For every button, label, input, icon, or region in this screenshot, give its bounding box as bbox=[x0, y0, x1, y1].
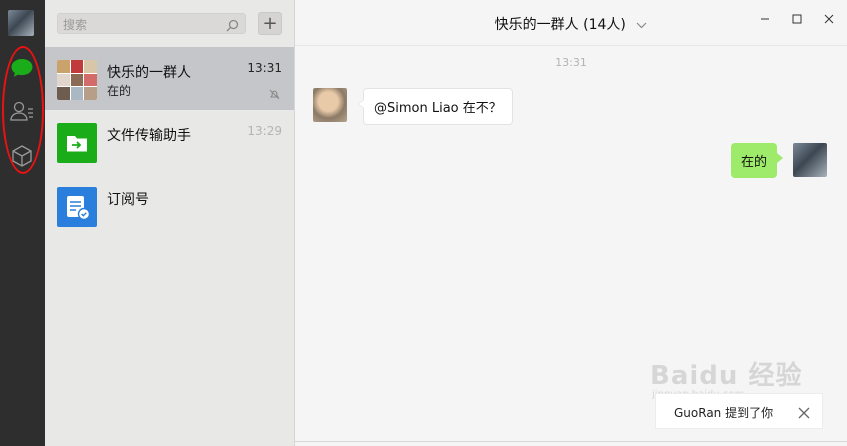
close-icon[interactable] bbox=[798, 404, 810, 423]
divider bbox=[295, 45, 847, 46]
group-avatar bbox=[57, 60, 97, 100]
conversation-item-group[interactable]: 快乐的一群人 在的 13:31 bbox=[45, 47, 294, 110]
conversation-list-panel: + 快乐的一群人 在的 13:31 文件传输助手 13:29 订阅号 bbox=[45, 0, 295, 446]
contacts-icon[interactable] bbox=[9, 98, 35, 124]
chat-icon[interactable] bbox=[9, 55, 35, 81]
input-divider bbox=[295, 441, 847, 442]
favorites-icon[interactable] bbox=[9, 143, 35, 169]
navigation-rail bbox=[0, 0, 45, 446]
file-transfer-icon bbox=[57, 123, 97, 163]
conversation-time: 13:29 bbox=[247, 124, 282, 138]
mute-icon bbox=[269, 85, 280, 104]
conversation-time: 13:31 bbox=[247, 61, 282, 75]
conversation-name: 快乐的一群人 bbox=[107, 65, 191, 81]
close-icon[interactable] bbox=[823, 13, 835, 25]
conversation-preview: 在的 bbox=[107, 84, 132, 98]
window-controls bbox=[759, 13, 835, 25]
mention-notification[interactable]: GuoRan 提到了你 bbox=[655, 393, 823, 429]
add-button[interactable]: + bbox=[258, 12, 282, 35]
minimize-icon[interactable] bbox=[759, 13, 771, 25]
message-bubble-incoming[interactable]: @Simon Liao 在不？ bbox=[358, 88, 513, 125]
chevron-down-icon[interactable] bbox=[636, 17, 647, 33]
search-box[interactable] bbox=[57, 13, 246, 36]
chat-title: 快乐的一群人 (14人) bbox=[494, 17, 626, 33]
conversation-name: 文件传输助手 bbox=[107, 128, 191, 144]
conversation-item-subscriptions[interactable]: 订阅号 bbox=[45, 174, 294, 237]
watermark-brand: Baidu 经验 bbox=[650, 361, 803, 391]
message-timestamp: 13:31 bbox=[555, 56, 587, 69]
search-icon bbox=[226, 17, 239, 36]
subscription-icon bbox=[57, 187, 97, 227]
my-avatar[interactable] bbox=[8, 10, 34, 36]
message-bubble-outgoing[interactable]: 在的 bbox=[730, 143, 784, 178]
sender-avatar[interactable] bbox=[313, 88, 347, 122]
maximize-icon[interactable] bbox=[791, 13, 803, 25]
conversation-item-file-transfer[interactable]: 文件传输助手 13:29 bbox=[45, 110, 294, 173]
search-input[interactable] bbox=[58, 15, 213, 35]
chat-area: 快乐的一群人 (14人) 13:31 @Simon Liao 在不？ 在的 Ba… bbox=[295, 0, 847, 446]
conversation-name: 订阅号 bbox=[107, 192, 149, 208]
my-message-avatar[interactable] bbox=[793, 143, 827, 177]
mention-text: GuoRan 提到了你 bbox=[674, 406, 774, 420]
